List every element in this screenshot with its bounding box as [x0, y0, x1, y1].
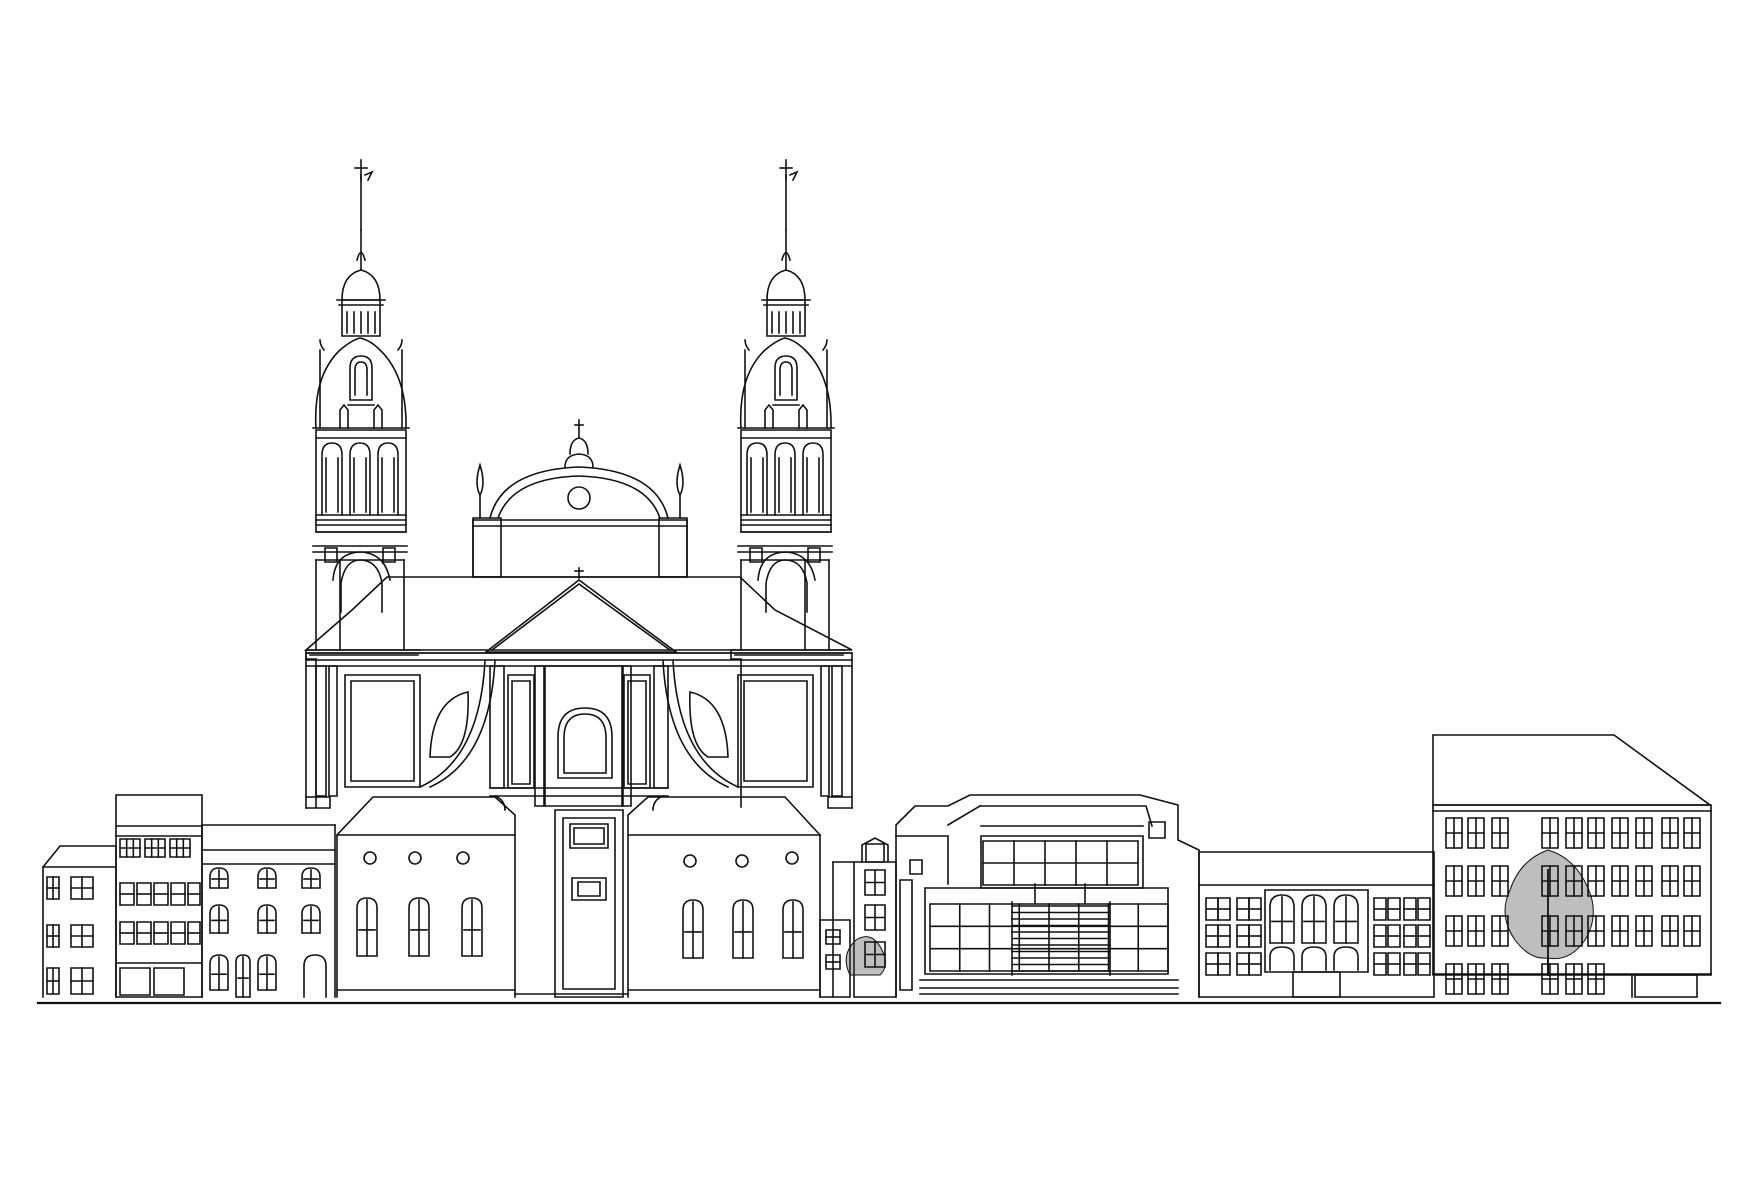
street-elevation-drawing — [0, 0, 1761, 1200]
paper — [0, 0, 1761, 1200]
